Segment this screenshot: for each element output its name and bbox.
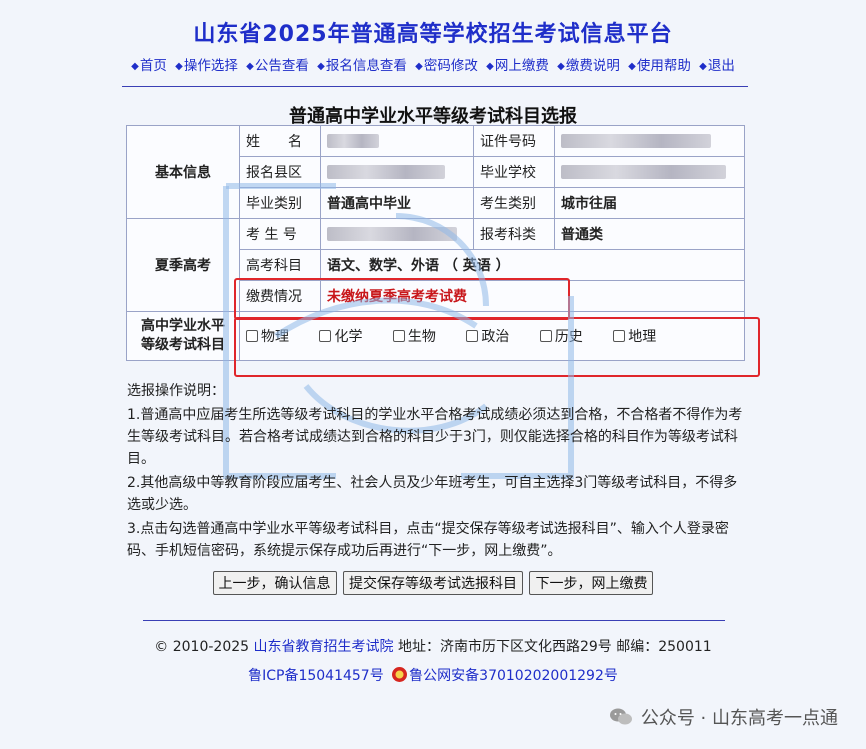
submit-subjects-button[interactable]: 提交保存等级考试选报科目: [343, 571, 523, 595]
top-nav: ◆首页 ◆操作选择 ◆公告查看 ◆报名信息查看 ◆密码修改 ◆网上缴费 ◆缴费说…: [0, 54, 866, 74]
nav-item-notices[interactable]: ◆公告查看: [246, 58, 309, 74]
level-subject-options: 物理 化学 生物 政治 历史 地理: [239, 311, 745, 361]
exam-no-value-redacted: [320, 218, 474, 250]
school-value-redacted: [554, 156, 745, 188]
instruction-item-2: 2.其他高级中等教育阶段应届考生、社会人员及少年班考生，可自主选择3门等级考试科…: [127, 475, 738, 513]
exam-type-label: 考生类别: [473, 187, 555, 219]
footer-divider: [143, 620, 725, 621]
id-value-redacted: [554, 125, 745, 157]
header-divider: [122, 86, 748, 87]
subject-geography-checkbox[interactable]: 地理: [613, 329, 656, 345]
name-value-redacted: [320, 125, 474, 157]
instructions-title: 选报操作说明：: [127, 383, 225, 399]
grad-type-label: 毕业类别: [239, 187, 321, 219]
nav-item-payment-help[interactable]: ◆缴费说明: [557, 58, 620, 74]
level-exam-title-line1: 高中学业水平: [141, 318, 225, 334]
subject-cat-label: 报考科类: [473, 218, 555, 250]
subject-politics-checkbox[interactable]: 政治: [466, 329, 509, 345]
name-label: 姓 名: [239, 125, 321, 157]
exam-subjects-value: 语文、数学、外语 （ 英语 ）: [320, 249, 745, 281]
id-label: 证件号码: [473, 125, 555, 157]
subject-history-checkbox[interactable]: 历史: [539, 329, 583, 345]
nav-item-help[interactable]: ◆使用帮助: [628, 58, 691, 74]
subject-physics-checkbox[interactable]: 物理: [246, 329, 289, 345]
nav-item-password[interactable]: ◆密码修改: [415, 58, 478, 74]
wechat-icon: [609, 708, 632, 725]
section-level-exam: 高中学业水平 等级考试科目: [126, 311, 240, 361]
subject-chemistry-checkbox[interactable]: 化学: [319, 329, 362, 345]
address-text: 地址：济南市历下区文化西路29号 邮编：250011: [397, 639, 712, 655]
instructions: 选报操作说明： 1.普通高中应届考生所选等级考试科目的学业水平合格考试成绩必须达…: [127, 380, 747, 564]
info-table: 基本信息 姓 名 证件号码 报名县区 毕业学校 毕业类别 普通高中毕业 考生类别…: [126, 125, 745, 361]
next-step-button[interactable]: 下一步，网上缴费: [529, 571, 654, 595]
org-link[interactable]: 山东省教育招生考试院: [254, 639, 394, 655]
subject-cat-value: 普通类: [554, 218, 745, 250]
nav-item-logout[interactable]: ◆退出: [699, 58, 735, 74]
payment-status-label: 缴费情况: [239, 280, 321, 312]
nav-item-registration-info[interactable]: ◆报名信息查看: [317, 58, 407, 74]
exam-no-label: 考 生 号: [239, 218, 321, 250]
wechat-watermark: 公众号 · 山东高考一点通: [609, 704, 838, 730]
icp-link[interactable]: 鲁ICP备15041457号: [248, 668, 384, 684]
copyright-text: © 2010-2025: [154, 639, 250, 655]
subject-biology-checkbox[interactable]: 生物: [392, 329, 436, 345]
nav-item-home[interactable]: ◆首页: [131, 58, 167, 74]
instruction-item-1: 1.普通高中应届考生所选等级考试科目的学业水平合格考试成绩必须达到合格，不合格者…: [127, 407, 743, 467]
county-value-redacted: [320, 156, 474, 188]
section-summer-exam: 夏季高考: [126, 218, 240, 312]
action-buttons: 上一步，确认信息 提交保存等级考试选报科目 下一步，网上缴费: [0, 571, 866, 595]
school-label: 毕业学校: [473, 156, 555, 188]
prev-step-button[interactable]: 上一步，确认信息: [212, 571, 337, 595]
grad-type-value: 普通高中毕业: [320, 187, 474, 219]
section-basic-info: 基本信息: [126, 125, 240, 219]
footer-copyright: © 2010-2025 山东省教育招生考试院 地址：济南市历下区文化西路29号 …: [0, 636, 866, 656]
nav-item-operation[interactable]: ◆操作选择: [175, 58, 238, 74]
site-title: 山东省2025年普通高等学校招生考试信息平台: [193, 22, 673, 47]
county-label: 报名县区: [239, 156, 321, 188]
instruction-item-3: 3.点击勾选普通高中学业水平等级考试科目，点击“提交保存等级考试选报科目”、输入…: [127, 521, 729, 559]
nav-item-online-payment[interactable]: ◆网上缴费: [486, 58, 549, 74]
payment-status-value: 未缴纳夏季高考考试费: [320, 280, 745, 312]
police-record-link[interactable]: 鲁公网安备37010202001292号: [409, 668, 618, 684]
level-exam-title-line2: 等级考试科目: [141, 337, 225, 353]
exam-type-value: 城市往届: [554, 187, 745, 219]
police-emblem-icon: [392, 667, 408, 682]
exam-subjects-label: 高考科目: [239, 249, 321, 281]
wechat-account-text: 公众号 · 山东高考一点通: [640, 708, 838, 729]
footer-registration: 鲁ICP备15041457号 鲁公网安备37010202001292号: [0, 665, 866, 685]
